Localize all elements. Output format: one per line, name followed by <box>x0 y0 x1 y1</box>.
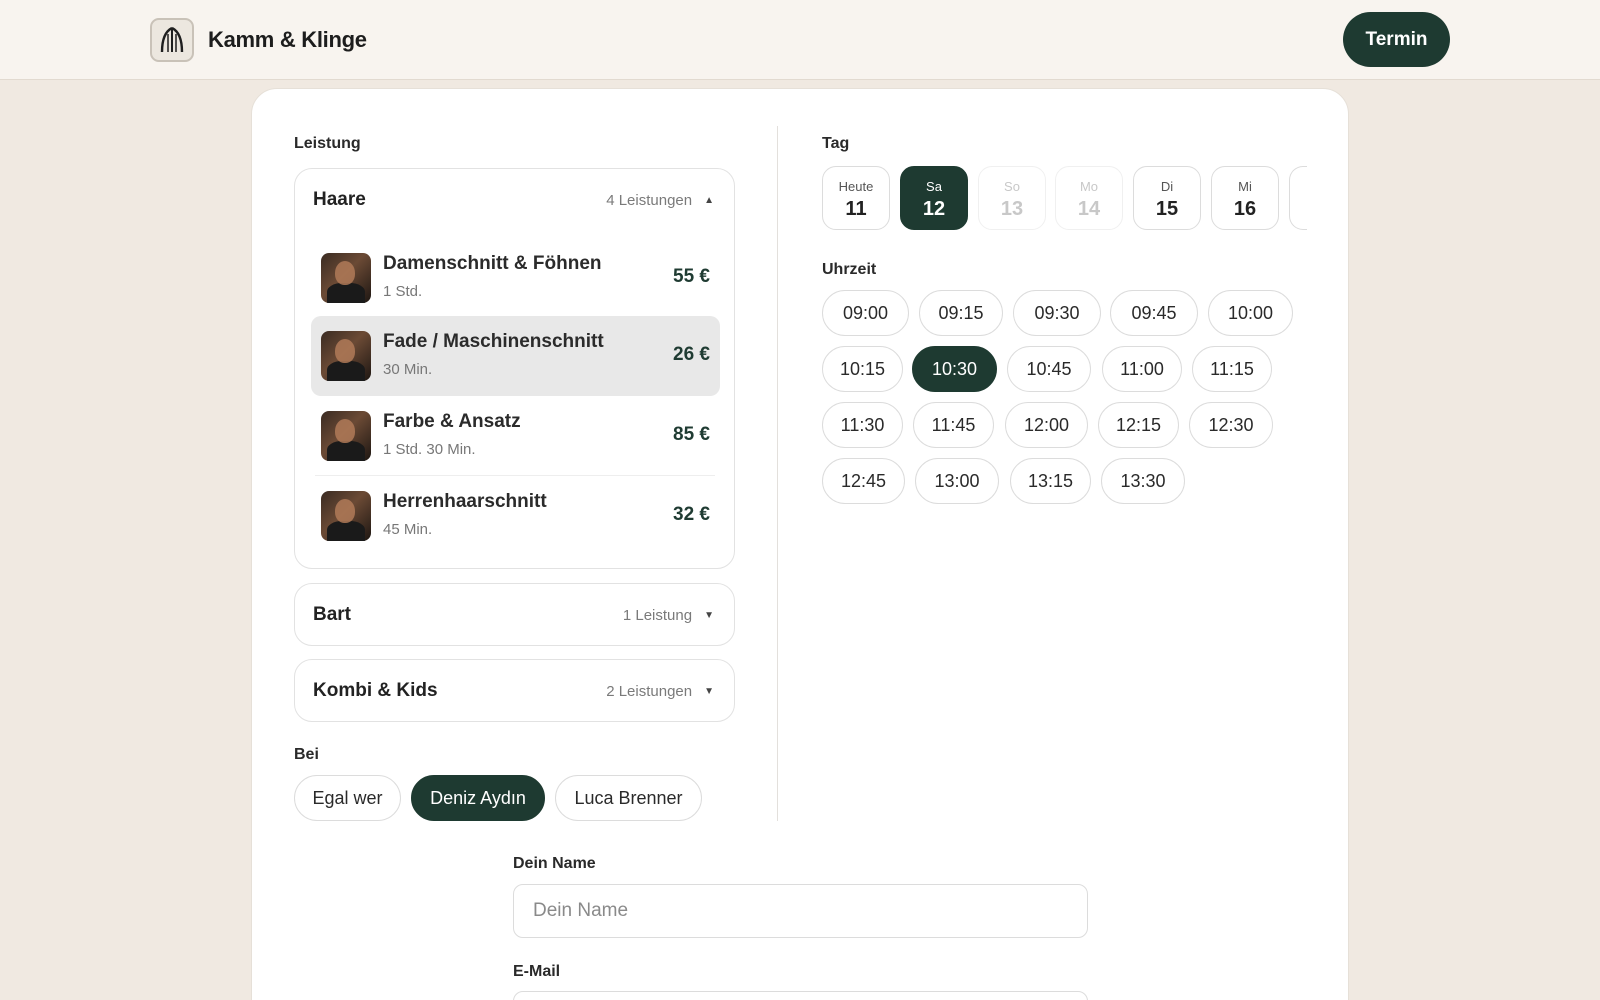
termin-button[interactable]: Termin <box>1343 12 1450 67</box>
service-group-count: 4 Leistungen <box>606 191 693 209</box>
brand[interactable]: Kamm & Klinge <box>150 17 367 63</box>
service-group-title: Haare <box>313 189 366 210</box>
service-thumbnail <box>321 331 371 381</box>
day-date: 16 <box>1233 198 1257 220</box>
email-input[interactable] <box>513 991 1088 1000</box>
service-group-title: Kombi & Kids <box>313 680 438 701</box>
service-item[interactable]: Herrenhaarschnitt 45 Min. 32 € <box>311 476 720 556</box>
time-slot[interactable]: 10:45 <box>1007 346 1091 392</box>
chevron-up-icon: ▲ <box>704 194 714 206</box>
day-date: 14 <box>1077 198 1101 220</box>
service-price: 55 € <box>673 266 710 287</box>
chevron-down-icon: ▼ <box>704 685 714 697</box>
time-slot[interactable]: 09:30 <box>1013 290 1101 336</box>
service-thumbnail <box>321 253 371 303</box>
service-group-haare: Haare 4 Leistungen ▲ Damenschnitt & Föhn… <box>294 168 735 569</box>
day-weekday: Heute <box>838 179 874 194</box>
time-slot[interactable]: 12:45 <box>822 458 905 504</box>
time-slot[interactable]: 11:15 <box>1192 346 1272 392</box>
service-name: Damenschnitt & Föhnen <box>383 253 602 274</box>
time-slot[interactable]: 09:15 <box>919 290 1003 336</box>
name-label: Dein Name <box>513 855 596 872</box>
staff-label: Bei <box>294 746 319 763</box>
time-slot[interactable]: 10:15 <box>822 346 903 392</box>
day-date: 12 <box>922 198 946 220</box>
service-price: 32 € <box>673 504 710 525</box>
day-chip[interactable]: Di 15 <box>1133 166 1201 230</box>
column-divider <box>777 126 778 821</box>
service-duration: 30 Min. <box>383 361 433 378</box>
service-name: Fade / Maschinenschnitt <box>383 331 604 352</box>
service-duration: 1 Std. 30 Min. <box>383 441 476 458</box>
email-label: E-Mail <box>513 963 561 980</box>
service-label: Leistung <box>294 135 361 152</box>
day-chip-overflow[interactable] <box>1289 166 1307 230</box>
day-weekday: So <box>1004 179 1020 194</box>
time-slot[interactable]: 09:45 <box>1110 290 1198 336</box>
day-chip-disabled: So 13 <box>978 166 1046 230</box>
time-slot[interactable]: 12:30 <box>1189 402 1273 448</box>
time-slot-selected[interactable]: 10:30 <box>912 346 997 392</box>
service-name: Herrenhaarschnitt <box>383 491 547 512</box>
time-slot[interactable]: 12:00 <box>1005 402 1088 448</box>
service-thumbnail <box>321 491 371 541</box>
time-label: Uhrzeit <box>822 261 877 278</box>
service-name: Farbe & Ansatz <box>383 411 521 432</box>
brand-name: Kamm & Klinge <box>208 27 367 52</box>
day-weekday: Mo <box>1079 179 1099 194</box>
staff-option-deniz[interactable]: Deniz Aydın <box>411 775 545 821</box>
day-chip[interactable]: Mi 16 <box>1211 166 1279 230</box>
staff-option-luca[interactable]: Luca Brenner <box>555 775 702 821</box>
service-group-header[interactable]: Haare 4 Leistungen ▲ <box>313 169 714 231</box>
day-date: 11 <box>845 198 867 220</box>
service-group-count: 2 Leistungen <box>606 682 693 700</box>
day-date: 15 <box>1155 198 1179 220</box>
day-chip-selected[interactable]: Sa 12 <box>900 166 968 230</box>
top-bar: Kamm & Klinge Termin <box>0 0 1600 80</box>
service-group-title: Bart <box>313 604 352 625</box>
time-slot[interactable]: 13:30 <box>1101 458 1185 504</box>
time-slot[interactable]: 11:30 <box>822 402 903 448</box>
comb-blade-logo-icon <box>150 18 194 62</box>
day-weekday: Sa <box>926 179 942 194</box>
day-chip-disabled: Mo 14 <box>1055 166 1123 230</box>
service-group-header[interactable]: Bart 1 Leistung ▼ <box>313 584 714 646</box>
service-duration: 1 Std. <box>383 283 423 300</box>
service-thumbnail <box>321 411 371 461</box>
chevron-down-icon: ▼ <box>704 609 714 621</box>
service-group-kombi-kids[interactable]: Kombi & Kids 2 Leistungen ▼ <box>294 659 735 722</box>
day-date: 13 <box>1000 198 1024 220</box>
service-duration: 45 Min. <box>383 521 433 538</box>
time-slot[interactable]: 11:00 <box>1102 346 1182 392</box>
day-weekday: Di <box>1160 179 1174 194</box>
service-price: 85 € <box>673 424 710 445</box>
staff-option-any[interactable]: Egal wer <box>294 775 401 821</box>
day-weekday: Mi <box>1238 179 1252 194</box>
day-chip[interactable]: Heute 11 <box>822 166 890 230</box>
time-slot[interactable]: 09:00 <box>822 290 909 336</box>
time-slot[interactable]: 13:00 <box>915 458 999 504</box>
time-slot[interactable]: 10:00 <box>1208 290 1293 336</box>
time-slot[interactable]: 12:15 <box>1098 402 1179 448</box>
service-item-selected[interactable]: Fade / Maschinenschnitt 30 Min. 26 € <box>311 316 720 396</box>
service-group-bart[interactable]: Bart 1 Leistung ▼ <box>294 583 735 646</box>
service-item[interactable]: Damenschnitt & Föhnen 1 Std. 55 € <box>311 238 720 318</box>
time-slot[interactable]: 13:15 <box>1010 458 1091 504</box>
name-input[interactable] <box>513 884 1088 938</box>
service-group-header[interactable]: Kombi & Kids 2 Leistungen ▼ <box>313 660 714 722</box>
time-slot[interactable]: 11:45 <box>913 402 994 448</box>
service-group-count: 1 Leistung <box>622 606 693 624</box>
day-label: Tag <box>822 135 850 152</box>
service-item[interactable]: Farbe & Ansatz 1 Std. 30 Min. 85 € <box>311 396 720 476</box>
service-price: 26 € <box>673 344 710 365</box>
